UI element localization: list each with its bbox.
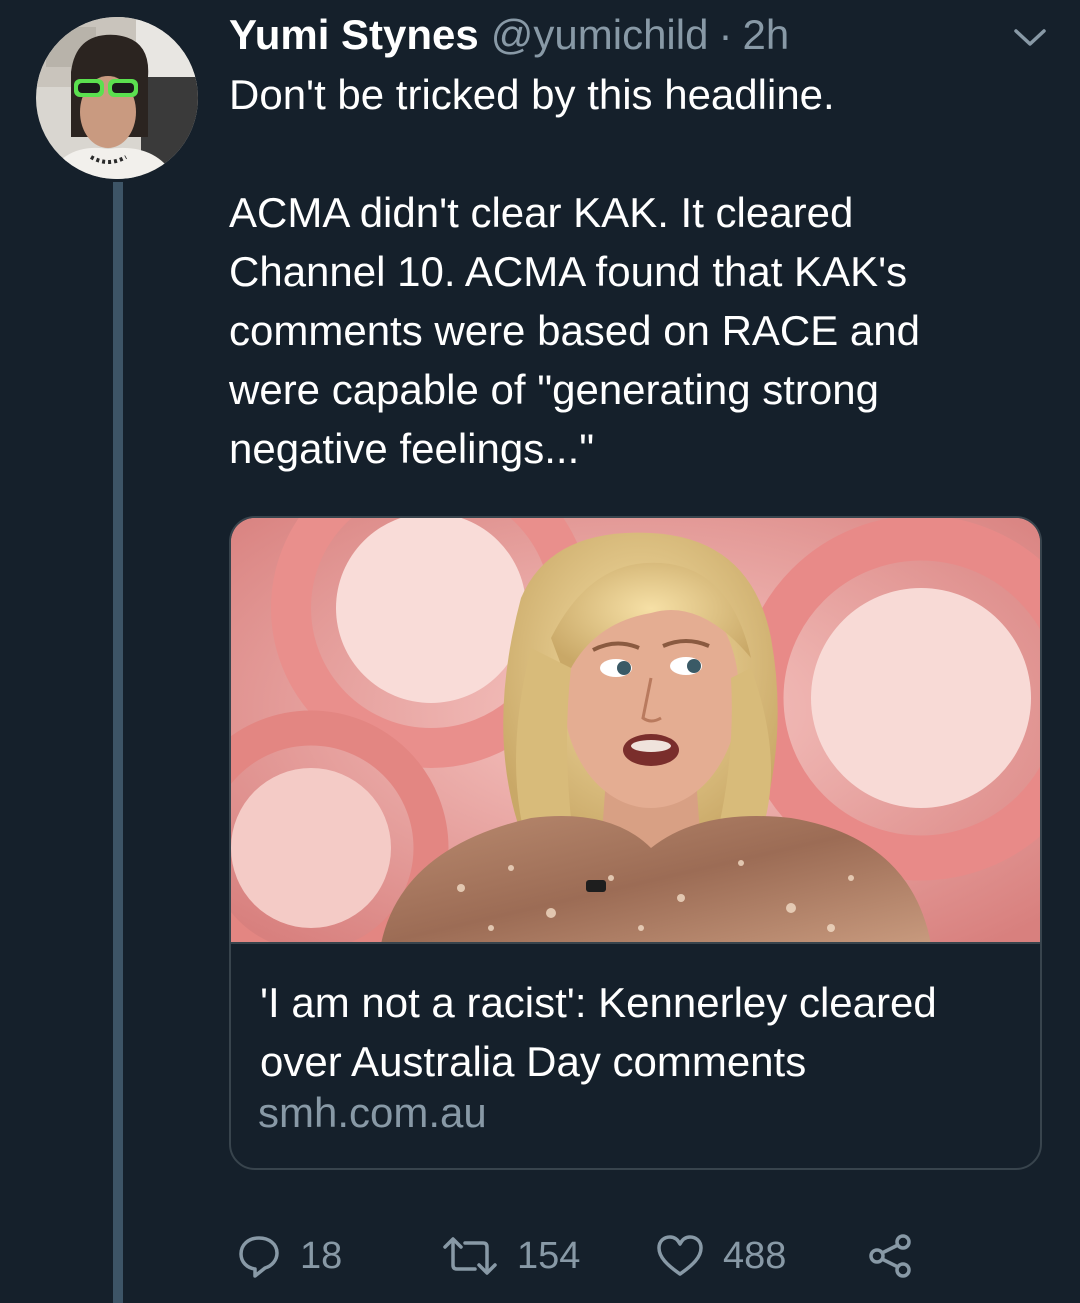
avatar-photo <box>36 17 198 179</box>
retweet-count: 154 <box>517 1235 581 1277</box>
reply-button[interactable]: 18 <box>236 1226 342 1286</box>
tweet-timestamp[interactable]: 2h <box>742 10 789 60</box>
tweet-header: Yumi Stynes @yumichild · 2h <box>229 10 789 60</box>
author-handle[interactable]: @yumichild <box>491 10 709 60</box>
like-count: 488 <box>723 1235 787 1277</box>
reply-bubble-icon <box>239 1236 279 1278</box>
card-divider <box>231 942 1040 944</box>
share-nodes-icon <box>869 1234 911 1278</box>
retweet-button[interactable]: 154 <box>441 1226 580 1286</box>
like-button[interactable]: 488 <box>655 1226 786 1286</box>
chevron-down-icon[interactable] <box>1010 26 1050 50</box>
share-button[interactable] <box>866 1226 914 1286</box>
heart-icon <box>657 1235 703 1276</box>
tweet-actions-bar: 18 154 488 <box>0 1226 1080 1286</box>
link-preview-title[interactable]: 'I am not a racist': Kennerley cleared o… <box>260 973 1020 1091</box>
author-avatar[interactable] <box>36 17 198 179</box>
retweet-arrows-icon <box>443 1237 497 1275</box>
author-name[interactable]: Yumi Stynes <box>229 10 479 60</box>
link-preview-card[interactable]: 'I am not a racist': Kennerley cleared o… <box>229 516 1042 1170</box>
header-separator: · <box>718 11 733 58</box>
link-preview-image <box>231 518 1040 944</box>
thread-connector-line <box>113 182 123 1303</box>
tweet-text: Don't be tricked by this headline. ACMA … <box>229 71 921 472</box>
link-preview-domain: smh.com.au <box>258 1089 487 1136</box>
reply-count: 18 <box>300 1235 343 1277</box>
